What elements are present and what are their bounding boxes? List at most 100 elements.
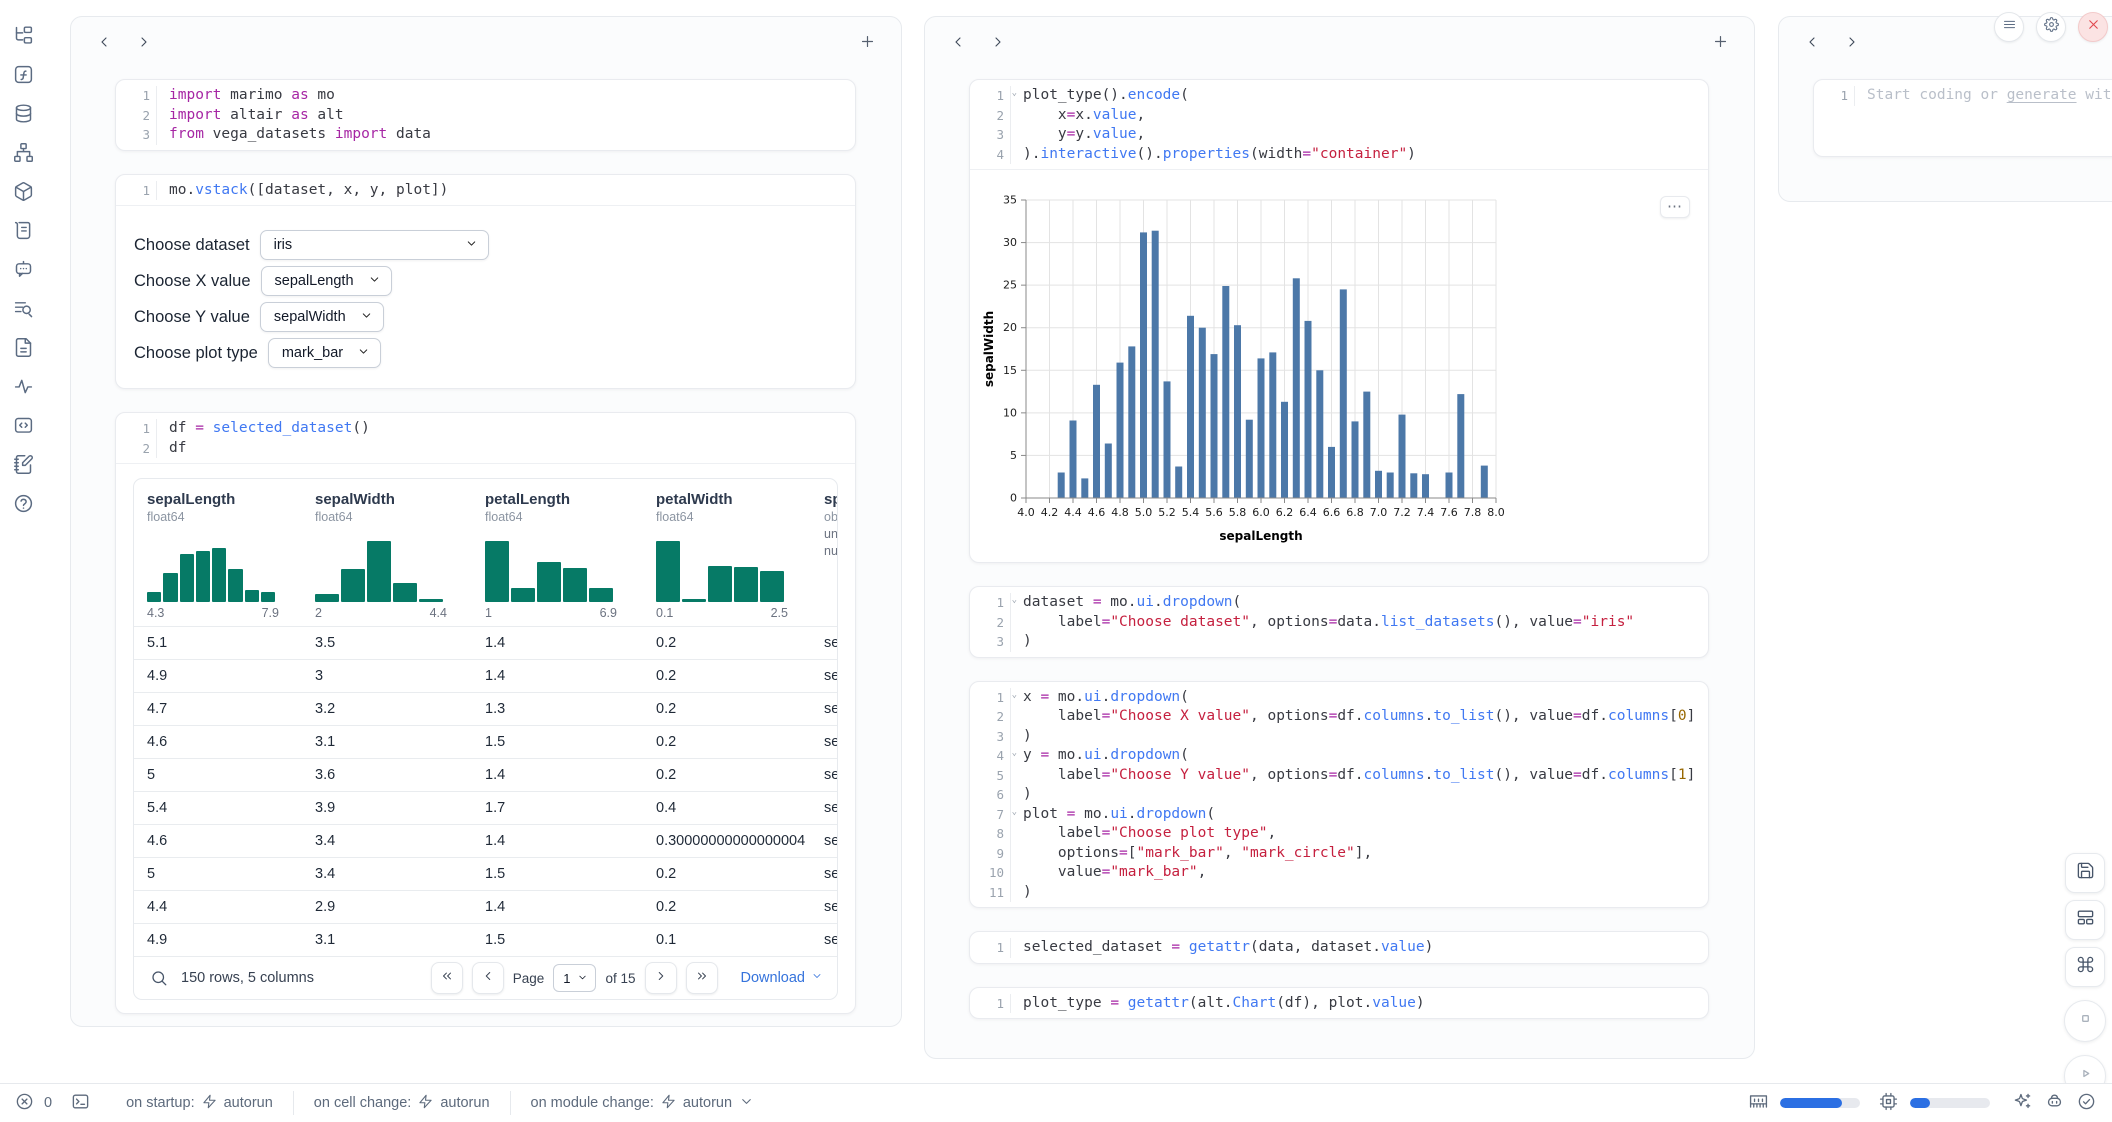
column-histogram[interactable]	[485, 538, 613, 602]
table-cell: setosa	[811, 759, 838, 792]
code-editor[interactable]: 1⌄plot_type().encode(2 x=x.value,3 y=y.v…	[970, 80, 1708, 169]
fold-chevron-icon[interactable]: ⌄	[1012, 691, 1017, 700]
memory-meter-fill	[1780, 1098, 1842, 1108]
file-text-icon[interactable]	[12, 336, 34, 358]
column-header-sepalWidth[interactable]: sepalWidthfloat6424.4	[302, 479, 472, 627]
database-icon[interactable]	[12, 102, 34, 124]
line-number: 2	[970, 106, 1011, 126]
editor-placeholder[interactable]: Start coding or generate with AI	[1855, 86, 2112, 106]
dropdown-select[interactable]: mark_bar	[268, 338, 381, 368]
fold-chevron-icon[interactable]: ⌄	[1012, 596, 1017, 605]
column-histogram[interactable]	[147, 538, 275, 602]
add-cell-button[interactable]	[855, 32, 879, 56]
code-editor[interactable]: 1plot_type = getattr(alt.Chart(df), plot…	[970, 988, 1708, 1019]
dropdown-select[interactable]: sepalWidth	[260, 302, 384, 332]
file-tree-icon[interactable]	[12, 24, 34, 46]
settings-button[interactable]	[2036, 12, 2066, 42]
table-row[interactable]: 53.61.40.2setosa	[134, 759, 838, 792]
svg-text:6.2: 6.2	[1276, 506, 1294, 519]
table-cell: setosa	[811, 825, 838, 858]
notebook-pen-icon[interactable]	[12, 453, 34, 475]
table-row[interactable]: 4.73.21.30.2setosa	[134, 693, 838, 726]
fold-chevron-icon[interactable]: ⌄	[1012, 749, 1017, 758]
dependency-graph-icon[interactable]	[12, 141, 34, 163]
code-editor[interactable]: 1⌄dataset = mo.ui.dropdown(2 label="Choo…	[970, 587, 1708, 657]
fold-chevron-icon[interactable]: ⌄	[1012, 89, 1017, 98]
svg-text:15: 15	[1003, 364, 1017, 377]
column-forward-button[interactable]	[133, 33, 155, 55]
table-row[interactable]: 4.63.11.50.2setosa	[134, 726, 838, 759]
code-editor[interactable]: 1 Start coding or generate with AI	[1814, 80, 2112, 111]
chart-options-button[interactable]: ⋯	[1660, 196, 1690, 218]
code-editor[interactable]: 1selected_dataset = getattr(data, datase…	[970, 932, 1708, 963]
bar-chart[interactable]: 051015202530354.04.24.44.64.85.05.25.45.…	[980, 176, 1708, 559]
errors-indicator[interactable]	[14, 1093, 34, 1113]
chat-bot-icon[interactable]	[12, 258, 34, 280]
terminal-button[interactable]	[70, 1093, 90, 1113]
stop-button[interactable]	[2064, 1000, 2106, 1042]
prev-page-button[interactable]	[472, 962, 504, 994]
page-select[interactable]: 1	[553, 964, 596, 992]
column-header-sepalLength[interactable]: sepalLengthfloat644.37.9	[134, 479, 302, 627]
close-button[interactable]	[2078, 12, 2108, 42]
command-palette-button[interactable]	[2065, 947, 2105, 987]
autorun-setting[interactable]: on startup:autorun	[106, 1091, 293, 1115]
dropdown-select[interactable]: sepalLength	[261, 266, 392, 296]
autorun-setting[interactable]: on cell change:autorun	[293, 1091, 510, 1115]
code-editor[interactable]: 1df = selected_dataset()2df	[116, 413, 855, 463]
ai-assist-button[interactable]	[2012, 1093, 2032, 1113]
chevron-down-icon	[811, 970, 823, 986]
column-back-button[interactable]	[1801, 33, 1823, 55]
dropdown-select[interactable]: iris	[260, 230, 489, 260]
activity-icon[interactable]	[12, 375, 34, 397]
column-forward-button[interactable]	[1841, 33, 1863, 55]
package-icon[interactable]	[12, 180, 34, 202]
code-editor[interactable]: 1⌄x = mo.ui.dropdown(2 label="Choose X v…	[970, 682, 1708, 908]
code-editor[interactable]: 1mo.vstack([dataset, x, y, plot])	[116, 175, 855, 206]
fold-chevron-icon[interactable]: ⌄	[1012, 808, 1017, 817]
code-editor[interactable]: 1import marimo as mo2import altair as al…	[116, 80, 855, 150]
list-search-icon[interactable]	[12, 297, 34, 319]
column-histogram[interactable]	[656, 538, 784, 602]
column-back-button[interactable]	[93, 33, 115, 55]
table-row[interactable]: 4.931.40.2setosa	[134, 660, 838, 693]
first-page-button[interactable]	[431, 962, 463, 994]
code-line: plot_type().encode(	[1011, 86, 1189, 106]
last-page-button[interactable]	[686, 962, 718, 994]
column-histogram[interactable]	[315, 538, 443, 602]
svg-text:6.0: 6.0	[1252, 506, 1270, 519]
download-button[interactable]: Download	[741, 970, 824, 986]
table-row[interactable]: 5.43.91.70.4setosa	[134, 792, 838, 825]
table-cell: 1.5	[472, 924, 643, 957]
table-row[interactable]: 53.41.50.2setosa	[134, 858, 838, 891]
table-cell: 4.9	[134, 924, 302, 957]
svg-text:35: 35	[1003, 194, 1017, 207]
column-header-species[interactable]: speciesobjectunique:nulls:	[811, 479, 838, 627]
save-button[interactable]	[2065, 853, 2105, 893]
copilot-button[interactable]	[2044, 1093, 2064, 1113]
help-circle-icon[interactable]	[12, 492, 34, 514]
empty-code-cell: 1 Start coding or generate with AI	[1813, 79, 2112, 157]
table-row[interactable]: 4.42.91.40.2setosa	[134, 891, 838, 924]
table-row[interactable]: 4.63.41.40.30000000000000004setosa	[134, 825, 838, 858]
layout-button[interactable]	[2065, 900, 2105, 940]
autorun-setting[interactable]: on module change:autorun	[510, 1091, 775, 1115]
code-snippet-icon[interactable]	[12, 414, 34, 436]
connection-status[interactable]	[2076, 1093, 2096, 1113]
table-cell: 5	[134, 759, 302, 792]
add-cell-button[interactable]	[1708, 32, 1732, 56]
menu-button[interactable]	[1994, 12, 2024, 42]
table-row[interactable]: 5.13.51.40.2setosa	[134, 627, 838, 660]
bolt-icon	[202, 1094, 217, 1113]
column-header-petalLength[interactable]: petalLengthfloat6416.9	[472, 479, 643, 627]
search-icon[interactable]	[150, 969, 168, 987]
column-header-petalWidth[interactable]: petalWidthfloat640.12.5	[643, 479, 811, 627]
layout-icon	[2076, 908, 2095, 932]
table-row[interactable]: 4.93.11.50.1setosa	[134, 924, 838, 957]
column-back-button[interactable]	[947, 33, 969, 55]
next-page-button[interactable]	[645, 962, 677, 994]
dropdown-label: Choose X value	[134, 272, 251, 291]
column-forward-button[interactable]	[987, 33, 1009, 55]
scroll-text-icon[interactable]	[12, 219, 34, 241]
function-square-icon[interactable]	[12, 63, 34, 85]
